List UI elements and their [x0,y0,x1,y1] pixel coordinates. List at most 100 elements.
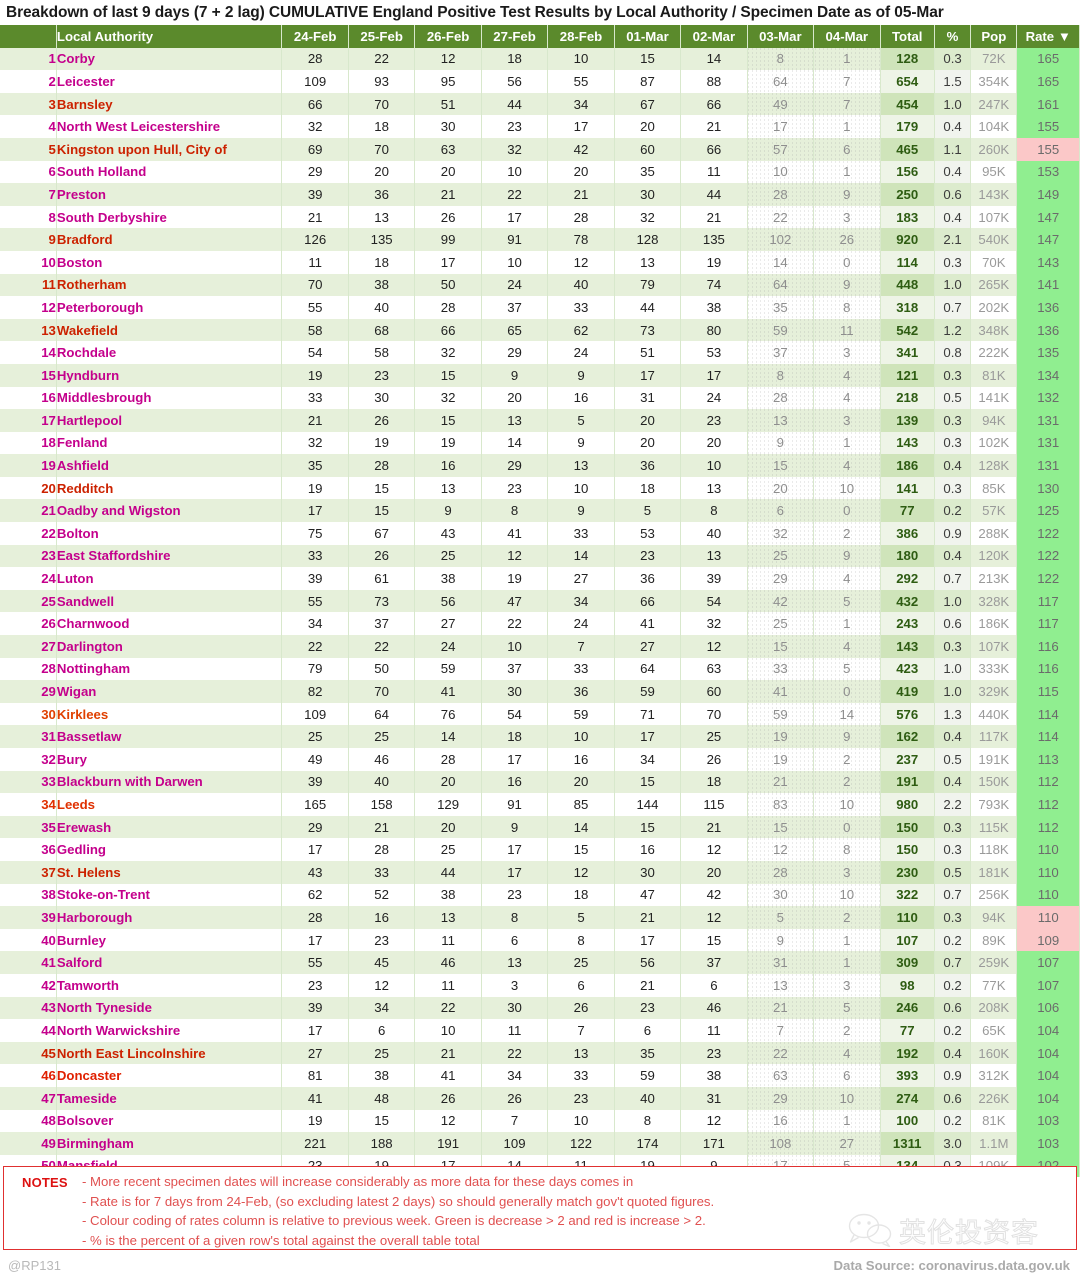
column-header-day-2[interactable]: 26-Feb [414,25,482,48]
column-header-rate[interactable]: Rate ▼ [1016,25,1080,48]
cell-day-lag: 19 [747,725,815,748]
cell-rank: 1 [0,47,57,71]
table-row[interactable]: 1 Corby 28 22 12 18 10 15 14 8 1 128 0.3 72K 165 [0,47,1080,71]
cell-day-lag: 14 [813,702,881,726]
table-row[interactable]: 42 Tamworth 23 12 11 3 6 21 6 13 3 98 0.2 77K 107 [0,973,1080,997]
cell-day: 22 [348,47,416,71]
table-row[interactable]: 31 Bassetlaw 25 25 14 18 10 17 25 19 9 162 0.4 117K 11… [0,725,1080,748]
cell-rank: 47 [0,1086,57,1110]
cell-total: 309 [880,951,935,974]
table-row[interactable]: 10 Boston 11 18 17 10 12 13 19 14 0 114 0.3 70K 143 [0,250,1080,274]
table-row[interactable]: 35 Erewash 29 21 20 9 14 15 21 15 0 150 0.3 115K 112 [0,815,1080,839]
cell-population: 256K [970,883,1018,907]
table-row[interactable]: 47 Tameside 41 48 26 26 23 40 31 29 10 274 0.6 226K 10… [0,1086,1080,1110]
sort-descending-icon[interactable]: ▼ [1058,29,1071,44]
cell-day-lag: 1 [813,612,881,636]
cell-population: 265K [970,273,1018,297]
table-row[interactable]: 27 Darlington 22 22 24 10 7 27 12 15 4 143 0.3 107K 11… [0,635,1080,658]
table-row[interactable]: 43 North Tyneside 39 34 22 30 26 23 46 21 5 246 0.6 2… [0,996,1080,1020]
table-row[interactable]: 19 Ashfield 35 28 16 29 13 36 10 15 4 186 0.4 128K 131 [0,454,1080,477]
table-row[interactable]: 44 North Warwickshire 17 6 10 11 7 6 11 7 2 77 0.2 65… [0,1019,1080,1042]
table-row[interactable]: 29 Wigan 82 70 41 30 36 59 60 41 0 419 1.0 329K 115 [0,680,1080,703]
cell-day-lag: 3 [813,860,881,884]
table-row[interactable]: 38 Stoke-on-Trent 62 52 38 23 18 47 42 30 10 322 0.7… [0,883,1080,907]
table-row[interactable]: 2 Leicester 109 93 95 56 55 87 88 64 7 654 1.5 354K 16… [0,70,1080,93]
table-row[interactable]: 3 Barnsley 66 70 51 44 34 67 66 49 7 454 1.0 247K 161 [0,92,1080,116]
table-row[interactable]: 25 Sandwell 55 73 56 47 34 66 54 42 5 432 1.0 328K 117 [0,589,1080,613]
table-row[interactable]: 20 Redditch 19 15 13 23 10 18 13 20 10 141 0.3 85K 130 [0,476,1080,500]
table-row[interactable]: 16 Middlesbrough 33 30 32 20 16 31 24 28 4 218 0.5 14… [0,386,1080,410]
cell-local-authority: Leeds [56,793,283,816]
cell-rate: 112 [1016,770,1080,794]
table-row[interactable]: 14 Rochdale 54 58 32 29 24 51 53 37 3 341 0.8 222K 135 [0,341,1080,364]
cell-day-lag: 9 [747,431,815,455]
table-row[interactable]: 30 Kirklees 109 64 76 54 59 71 70 59 14 576 1.3 440K 1… [0,702,1080,726]
table-row[interactable]: 4 North West Leicestershire 32 18 30 23 17 20 21… [0,115,1080,138]
cell-rate: 103 [1016,1132,1080,1155]
table-row[interactable]: 36 Gedling 17 28 25 17 15 16 12 12 8 150 0.3 118K 110 [0,838,1080,861]
table-row[interactable]: 15 Hyndburn 19 23 15 9 9 17 17 8 4 121 0.3 81K 134 [0,363,1080,387]
cell-percent: 0.9 [934,522,972,545]
table-row[interactable]: 26 Charnwood 34 37 27 22 24 41 32 25 1 243 0.6 186K 11… [0,612,1080,636]
column-header-local-authority[interactable]: Local Authority [56,25,283,48]
note-line: - Colour coding of rates column is relat… [82,1213,706,1229]
cell-population: 57K [970,499,1018,523]
table-row[interactable]: 45 North East Lincolnshire 27 25 21 22 13 35 23 2… [0,1041,1080,1065]
cell-population: 222K [970,341,1018,364]
table-row[interactable]: 32 Bury 49 46 28 17 16 34 26 19 2 237 0.5 191K 113 [0,748,1080,771]
column-header-pop[interactable]: Pop [970,25,1018,48]
cell-total: 432 [880,589,935,613]
column-header-day-7[interactable]: 03-Mar [747,25,815,48]
cell-population: 107K [970,205,1018,229]
table-row[interactable]: 33 Blackburn with Darwen 39 40 20 16 20 15 18 21 2… [0,770,1080,794]
cell-day: 9 [481,363,549,387]
cell-day-lag: 5 [813,996,881,1020]
cell-day: 25 [348,725,416,748]
cell-day-lag: 59 [747,318,815,342]
table-row[interactable]: 11 Rotherham 70 38 50 24 40 79 74 64 9 448 1.0 265K 14… [0,273,1080,297]
notes-box: NOTES - More recent specimen dates will … [3,1166,1077,1250]
cell-day: 23 [481,115,549,138]
table-row[interactable]: 17 Hartlepool 21 26 15 13 5 20 23 13 3 139 0.3 94K 131 [0,409,1080,432]
cell-day-lag: 11 [813,318,881,342]
table-row[interactable]: 8 South Derbyshire 21 13 26 17 28 32 21 22 3 183 0.4… [0,205,1080,229]
cell-day: 15 [614,770,682,794]
cell-day: 44 [481,92,549,116]
cell-day-lag: 57 [747,137,815,161]
table-row[interactable]: 28 Nottingham 79 50 59 37 33 64 63 33 5 423 1.0 333K 1… [0,657,1080,681]
column-header-day-4[interactable]: 28-Feb [547,25,615,48]
cell-day: 80 [680,318,748,342]
table-row[interactable]: 18 Fenland 32 19 19 14 9 20 20 9 1 143 0.3 102K 131 [0,431,1080,455]
column-header-day-3[interactable]: 27-Feb [481,25,549,48]
cell-day-lag: 21 [747,770,815,794]
column-header-day-6[interactable]: 02-Mar [680,25,748,48]
cell-rate: 122 [1016,544,1080,568]
table-row[interactable]: 48 Bolsover 19 15 12 7 10 8 12 16 1 100 0.2 81K 103 [0,1109,1080,1133]
cell-rank: 28 [0,657,57,681]
column-header-day-1[interactable]: 25-Feb [348,25,416,48]
column-header-day-0[interactable]: 24-Feb [281,25,349,48]
column-header-rank[interactable] [0,25,57,48]
table-row[interactable]: 39 Harborough 28 16 13 8 5 21 12 5 2 110 0.3 94K 110 [0,906,1080,929]
table-row[interactable]: 23 East Staffordshire 33 26 25 12 14 23 13 25 9 180… [0,544,1080,568]
column-header-total[interactable]: Total [880,25,935,48]
table-row[interactable]: 40 Burnley 17 23 11 6 8 17 15 9 1 107 0.2 89K 109 [0,928,1080,952]
table-row[interactable]: 46 Doncaster 81 38 41 34 33 59 38 63 6 393 0.9 312K 10… [0,1064,1080,1087]
table-row[interactable]: 6 South Holland 29 20 20 10 20 35 11 10 1 156 0.4 95K… [0,160,1080,184]
table-row[interactable]: 13 Wakefield 58 68 66 65 62 73 80 59 11 542 1.2 348K 1… [0,318,1080,342]
table-row[interactable]: 22 Bolton 75 67 43 41 33 53 40 32 2 386 0.9 288K 122 [0,522,1080,545]
column-header-day-8[interactable]: 04-Mar [813,25,881,48]
table-row[interactable]: 49 Birmingham 221 188 191 109 122 174 171 108 27 13… [0,1132,1080,1155]
table-row[interactable]: 24 Luton 39 61 38 19 27 36 39 29 4 292 0.7 213K 122 [0,567,1080,590]
cell-local-authority: Middlesbrough [56,386,283,410]
table-row[interactable]: 34 Leeds 165 158 129 91 85 144 115 83 10 980 2.2 793K… [0,793,1080,816]
table-row[interactable]: 5 Kingston upon Hull, City of 69 70 63 32 42 60… [0,137,1080,161]
table-row[interactable]: 12 Peterborough 55 40 28 37 33 44 38 35 8 318 0.7 202… [0,296,1080,319]
table-row[interactable]: 41 Salford 55 45 46 13 25 56 37 31 1 309 0.7 259K 107 [0,951,1080,974]
table-row[interactable]: 37 St. Helens 43 33 44 17 12 30 20 28 3 230 0.5 181K 1… [0,860,1080,884]
table-row[interactable]: 7 Preston 39 36 21 22 21 30 44 28 9 250 0.6 143K 149 [0,183,1080,206]
table-row[interactable]: 21 Oadby and Wigston 17 15 9 8 9 5 8 6 0 77 0.2 57K 12… [0,499,1080,523]
table-row[interactable]: 9 Bradford 126 135 99 91 78 128 135 102 26 920 2.1 54… [0,228,1080,251]
column-header-percent[interactable]: % [934,25,972,48]
column-header-day-5[interactable]: 01-Mar [614,25,682,48]
